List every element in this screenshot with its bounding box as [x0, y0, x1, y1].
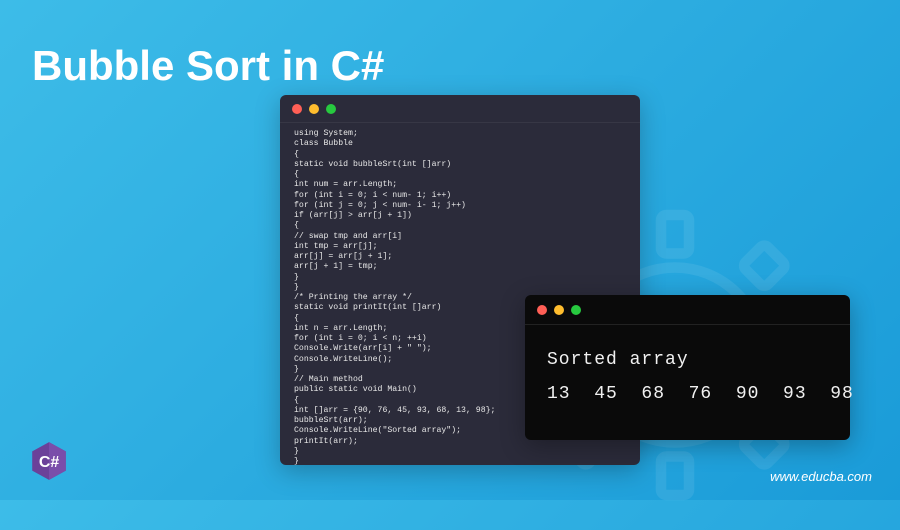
- window-close-icon: [292, 104, 302, 114]
- code-window-header: [280, 95, 640, 123]
- csharp-logo-icon: C#: [28, 440, 70, 482]
- footer-website-url: www.educba.com: [770, 469, 872, 484]
- terminal-output-window: Sorted array 13 45 68 76 90 93 98: [525, 295, 850, 440]
- logo-text: C#: [39, 454, 60, 471]
- output-line-2: 13 45 68 76 90 93 98: [547, 384, 854, 404]
- page-title: Bubble Sort in C#: [32, 42, 384, 90]
- output-content: Sorted array 13 45 68 76 90 93 98: [525, 325, 850, 429]
- output-line-1: Sorted array: [547, 350, 689, 370]
- window-maximize-icon: [326, 104, 336, 114]
- window-minimize-icon: [309, 104, 319, 114]
- window-maximize-icon: [571, 305, 581, 315]
- window-close-icon: [537, 305, 547, 315]
- window-minimize-icon: [554, 305, 564, 315]
- output-window-header: [525, 295, 850, 325]
